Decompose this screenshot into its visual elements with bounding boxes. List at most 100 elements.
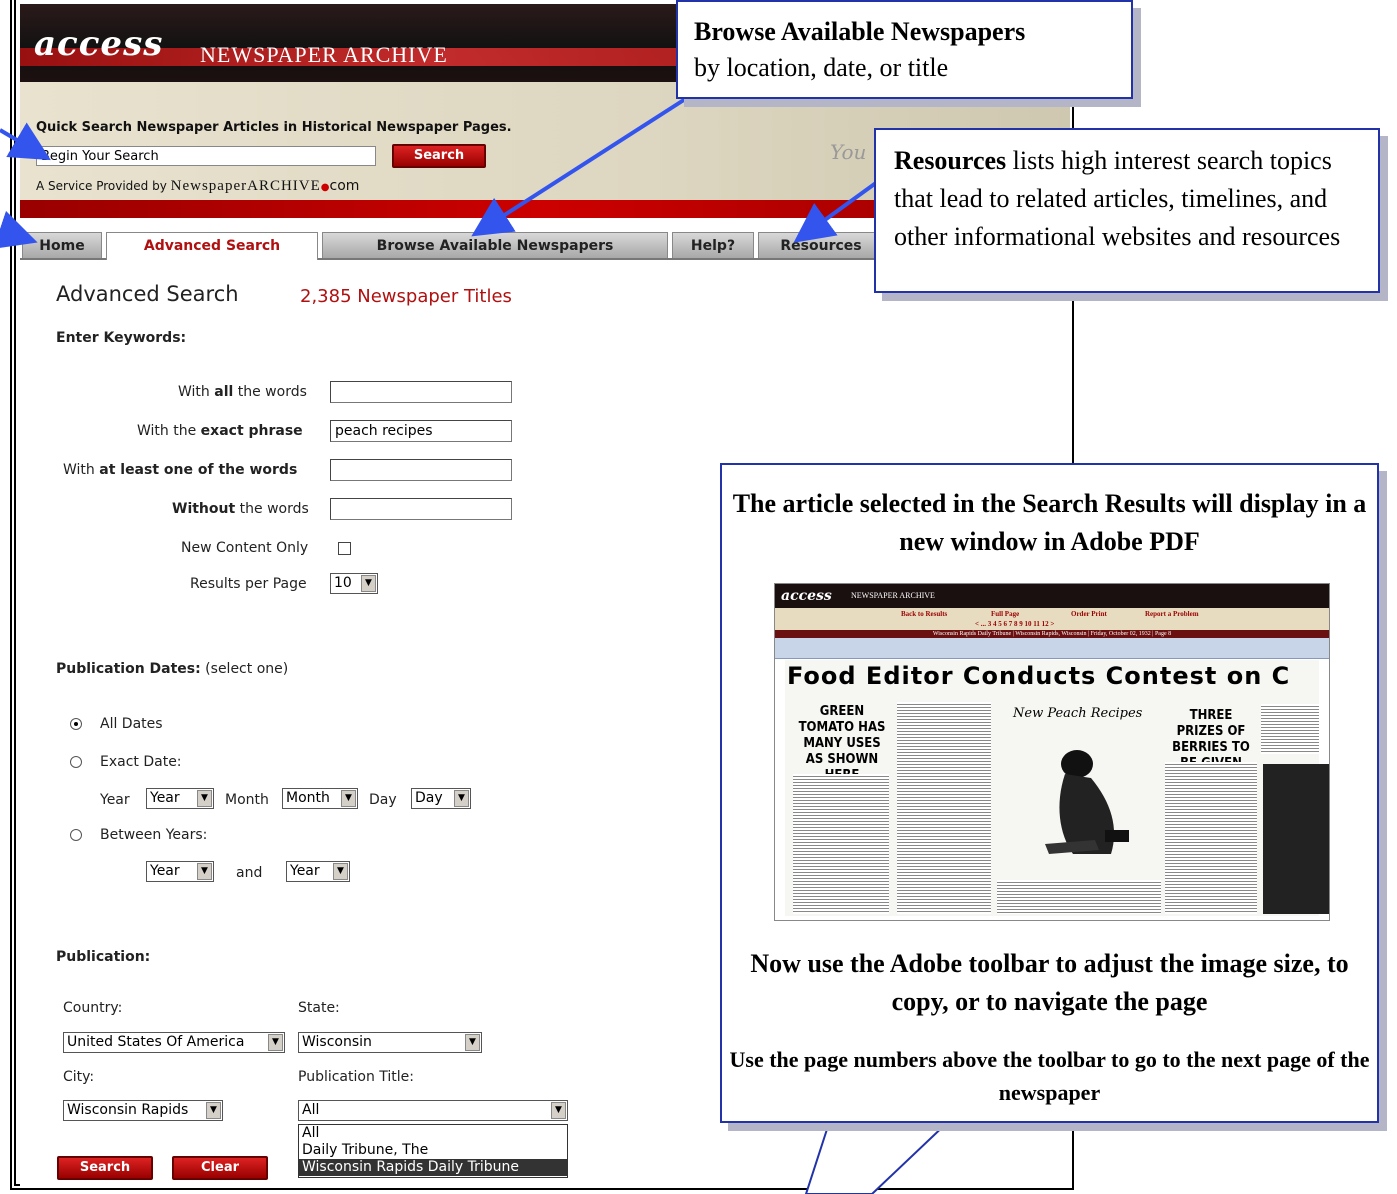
resources-callout: Resources lists high interest search top…: [874, 128, 1380, 293]
dropdown-option[interactable]: Daily Tribune, The: [299, 1142, 567, 1159]
adobe-toolbar: [775, 638, 1329, 659]
without-words-label: Without the words: [172, 501, 309, 517]
nav-order-print: Order Print: [1071, 610, 1107, 618]
nav-page-numbers: < ... 3 4 5 6 7 8 9 10 11 12 >: [975, 620, 1055, 628]
newspaper-column: [1165, 762, 1257, 914]
chevron-down-icon: ▼: [206, 1102, 221, 1119]
day-label: Day: [369, 792, 397, 808]
chevron-down-icon: ▼: [341, 790, 356, 807]
and-label: and: [236, 865, 263, 881]
newspaper-column: [897, 702, 991, 914]
article-preview-header: access NEWSPAPER ARCHIVE Back to Results…: [775, 584, 1329, 630]
site-logo[interactable]: access: [34, 24, 163, 64]
chevron-down-icon: ▼: [268, 1034, 283, 1051]
tab-home[interactable]: Home: [22, 232, 102, 258]
exact-year-select[interactable]: Year ▼: [146, 788, 214, 809]
article-preview-logo-subtitle: NEWSPAPER ARCHIVE: [851, 591, 935, 600]
newspaper-column: [997, 880, 1161, 914]
publication-title-select[interactable]: All ▼: [298, 1100, 568, 1121]
month-label: Month: [225, 792, 269, 808]
chevron-down-icon: ▼: [333, 863, 348, 880]
background-text: You: [830, 140, 867, 164]
brand-dot-icon: ●: [320, 182, 330, 193]
results-per-page-select[interactable]: 10 ▼: [330, 573, 378, 594]
state-select[interactable]: Wisconsin ▼: [298, 1032, 482, 1053]
country-select[interactable]: United States Of America ▼: [63, 1032, 285, 1053]
service-brand[interactable]: NewspaperARCHIVE: [171, 178, 321, 194]
newspaper-count: 2,385 Newspaper Titles: [300, 286, 512, 307]
newspaper-subhead-1: GREEN TOMATO HAS MANY USES AS SHOWN HERE: [798, 704, 886, 783]
adobe-instruction: Now use the Adobe toolbar to adjust the …: [750, 949, 1349, 1016]
quick-search-input[interactable]: [36, 146, 376, 166]
all-dates-radio[interactable]: [70, 718, 82, 730]
newspaper-photo: [1263, 764, 1329, 914]
one-of-words-input[interactable]: [330, 459, 512, 481]
all-dates-label: All Dates: [100, 716, 163, 732]
state-label: State:: [298, 1000, 340, 1016]
page-title: Advanced Search: [56, 282, 239, 306]
publication-title-dropdown-list[interactable]: All Daily Tribune, The Wisconsin Rapids …: [298, 1124, 568, 1178]
search-button[interactable]: Search: [57, 1156, 153, 1180]
clear-button[interactable]: Clear: [172, 1156, 268, 1180]
article-preview-titlebar: Wisconsin Rapids Daily Tribune | Wiscons…: [775, 630, 1329, 638]
page-number-instruction: Use the page numbers above the toolbar t…: [729, 1047, 1370, 1105]
nav-back-to-results: Back to Results: [901, 610, 948, 618]
exact-month-select[interactable]: Month ▼: [282, 788, 358, 809]
site-logo-subtitle: NEWSPAPER ARCHIVE: [200, 42, 448, 67]
newspaper-headline: Food Editor Conducts Contest on C: [787, 662, 1291, 690]
all-words-input[interactable]: [330, 381, 512, 403]
publication-title-label: Publication Title:: [298, 1069, 414, 1085]
from-year-select[interactable]: Year ▼: [146, 861, 214, 882]
between-years-label: Between Years:: [100, 827, 208, 843]
exact-phrase-label: With the exact phrase: [137, 423, 303, 439]
service-prefix: A Service Provided by: [36, 179, 167, 193]
chevron-down-icon: ▼: [454, 790, 469, 807]
chevron-down-icon: ▼: [197, 790, 212, 807]
nav-report-problem: Report a Problem: [1145, 610, 1199, 618]
between-years-radio[interactable]: [70, 829, 82, 841]
exact-date-radio[interactable]: [70, 756, 82, 768]
quick-search-title: Quick Search Newspaper Articles in Histo…: [36, 120, 512, 135]
all-words-label: With all the words: [178, 384, 307, 400]
new-content-label: New Content Only: [181, 540, 309, 556]
chevron-down-icon: ▼: [361, 575, 376, 592]
exact-day-select[interactable]: Day ▼: [411, 788, 471, 809]
newspaper-column: [793, 774, 889, 914]
browse-callout: Browse Available Newspapers by location,…: [676, 0, 1133, 99]
tab-help[interactable]: Help?: [672, 232, 754, 258]
dropdown-option[interactable]: All: [299, 1125, 567, 1142]
keywords-heading: Enter Keywords:: [56, 330, 187, 346]
dropdown-option-highlighted[interactable]: Wisconsin Rapids Daily Tribune: [299, 1159, 567, 1176]
publication-heading: Publication:: [56, 949, 151, 965]
chevron-down-icon: ▼: [465, 1034, 480, 1051]
results-per-page-label: Results per Page: [190, 576, 307, 592]
tab-advanced-search[interactable]: Advanced Search: [106, 232, 318, 260]
resources-callout-title: Resources: [894, 146, 1007, 175]
article-callout-title: The article selected in the Search Resul…: [732, 489, 1367, 556]
newspaper-subhead-2: New Peach Recipes: [1013, 706, 1143, 721]
service-attribution: A Service Provided by NewspaperARCHIVE●c…: [36, 178, 359, 195]
tab-browse-newspapers[interactable]: Browse Available Newspapers: [322, 232, 668, 258]
service-suffix: com: [329, 178, 360, 194]
browse-callout-title: Browse Available Newspapers: [694, 17, 1026, 46]
exact-phrase-input[interactable]: [330, 420, 512, 442]
without-words-input[interactable]: [330, 498, 512, 520]
article-preview-logo: access: [781, 588, 832, 604]
publication-dates-heading: Publication Dates: (select one): [56, 661, 289, 677]
quick-search-button[interactable]: Search: [392, 144, 486, 168]
article-callout: The article selected in the Search Resul…: [720, 463, 1379, 1123]
to-year-select[interactable]: Year ▼: [286, 861, 350, 882]
new-content-checkbox[interactable]: [338, 542, 351, 555]
city-select[interactable]: Wisconsin Rapids ▼: [63, 1100, 223, 1121]
year-label: Year: [100, 792, 130, 808]
chevron-down-icon: ▼: [551, 1102, 566, 1119]
exact-date-label: Exact Date:: [100, 754, 182, 770]
tab-resources[interactable]: Resources: [758, 232, 884, 258]
chevron-down-icon: ▼: [197, 863, 212, 880]
city-label: City:: [63, 1069, 95, 1085]
country-label: Country:: [63, 1000, 123, 1016]
newspaper-column: [1261, 704, 1319, 754]
nav-full-page: Full Page: [991, 610, 1020, 618]
article-preview-image: access NEWSPAPER ARCHIVE Back to Results…: [774, 583, 1330, 921]
browse-callout-text: by location, date, or title: [694, 53, 949, 82]
